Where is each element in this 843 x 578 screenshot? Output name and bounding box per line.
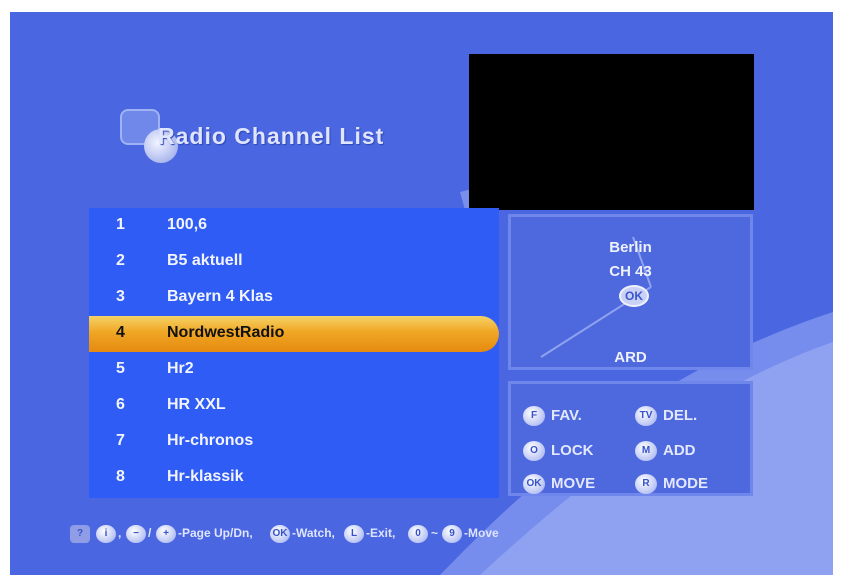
help-icon: ? — [70, 525, 90, 543]
channel-name: Hr-klassik — [167, 468, 244, 485]
channel-row[interactable]: 5 Hr2 — [89, 352, 499, 388]
key-legend-panel: F FAV. TV DEL. O LOCK M ADD OK MOVE R MO… — [508, 381, 753, 496]
info-location: Berlin — [609, 239, 652, 256]
help-page-text: -Page Up/Dn, — [178, 526, 253, 540]
help-slash: / — [148, 526, 152, 540]
page-title: Radio Channel List — [158, 123, 385, 149]
help-bar: ? i , − / + -Page Up/Dn, OK -Watch, L -E… — [70, 525, 670, 547]
plus-button-icon: + — [156, 525, 176, 543]
channel-number: 4 — [116, 324, 125, 341]
channel-info-panel: Berlin CH 43 OK ARD — [508, 214, 753, 370]
channel-number: 1 — [116, 216, 125, 233]
channel-name: Hr-chronos — [167, 432, 254, 449]
page-title-group: Radio Channel List — [120, 107, 450, 167]
channel-number: 7 — [116, 432, 125, 449]
help-tilde: ~ — [431, 526, 439, 540]
channel-row[interactable]: 1 100,6 — [89, 208, 499, 244]
l-button-icon: L — [344, 525, 364, 543]
channel-row[interactable]: 7 Hr-chronos — [89, 424, 499, 460]
move-button-icon: OK — [523, 474, 545, 494]
channel-list[interactable]: 1 100,6 2 B5 aktuell 3 Bayern 4 Klas 4 N… — [89, 208, 499, 498]
mode-button-icon: R — [635, 474, 657, 494]
channel-name: HR XXL — [167, 396, 226, 413]
channel-number: 8 — [116, 468, 125, 485]
del-button-icon: TV — [635, 406, 657, 426]
info-button-icon: i — [96, 525, 116, 543]
channel-number: 6 — [116, 396, 125, 413]
del-label: DEL. — [663, 407, 698, 424]
channel-name: Bayern 4 Klas — [167, 288, 273, 305]
zero-button-icon: 0 — [408, 525, 428, 543]
add-label: ADD — [663, 442, 696, 459]
channel-row[interactable]: 6 HR XXL — [89, 388, 499, 424]
help-exit-text: -Exit, — [366, 526, 396, 540]
help-sep: , — [118, 526, 122, 540]
channel-name: 100,6 — [167, 216, 208, 233]
add-button-icon: M — [635, 441, 657, 461]
channel-number: 2 — [116, 252, 125, 269]
info-network: ARD — [614, 349, 647, 366]
channel-row[interactable]: 8 Hr-klassik — [89, 460, 499, 496]
fav-label: FAV. — [551, 407, 582, 424]
nine-button-icon: 9 — [442, 525, 462, 543]
radio-disc-icon — [120, 109, 178, 163]
channel-number: 3 — [116, 288, 125, 305]
lock-button-icon: O — [523, 441, 545, 461]
channel-name: NordwestRadio — [167, 324, 285, 341]
mode-label: MODE — [663, 475, 708, 492]
help-watch-text: -Watch, — [292, 526, 335, 540]
channel-name: B5 aktuell — [167, 252, 243, 269]
fav-button-icon: F — [523, 406, 545, 426]
minus-button-icon: − — [126, 525, 146, 543]
channel-row-selected[interactable]: 4 NordwestRadio — [89, 316, 499, 352]
channel-row[interactable]: 2 B5 aktuell — [89, 244, 499, 280]
info-channel: CH 43 — [609, 263, 652, 280]
ok-badge-icon: OK — [619, 285, 649, 307]
lock-label: LOCK — [551, 442, 594, 459]
channel-number: 5 — [116, 360, 125, 377]
channel-name: Hr2 — [167, 360, 194, 377]
help-move-text: -Move — [464, 526, 499, 540]
channel-row[interactable]: 3 Bayern 4 Klas — [89, 280, 499, 316]
move-label: MOVE — [551, 475, 596, 492]
tv-screen: Radio Channel List 1 100,6 2 B5 aktuell … — [10, 12, 833, 575]
ok-button-icon: OK — [270, 525, 290, 543]
video-preview — [469, 54, 754, 210]
